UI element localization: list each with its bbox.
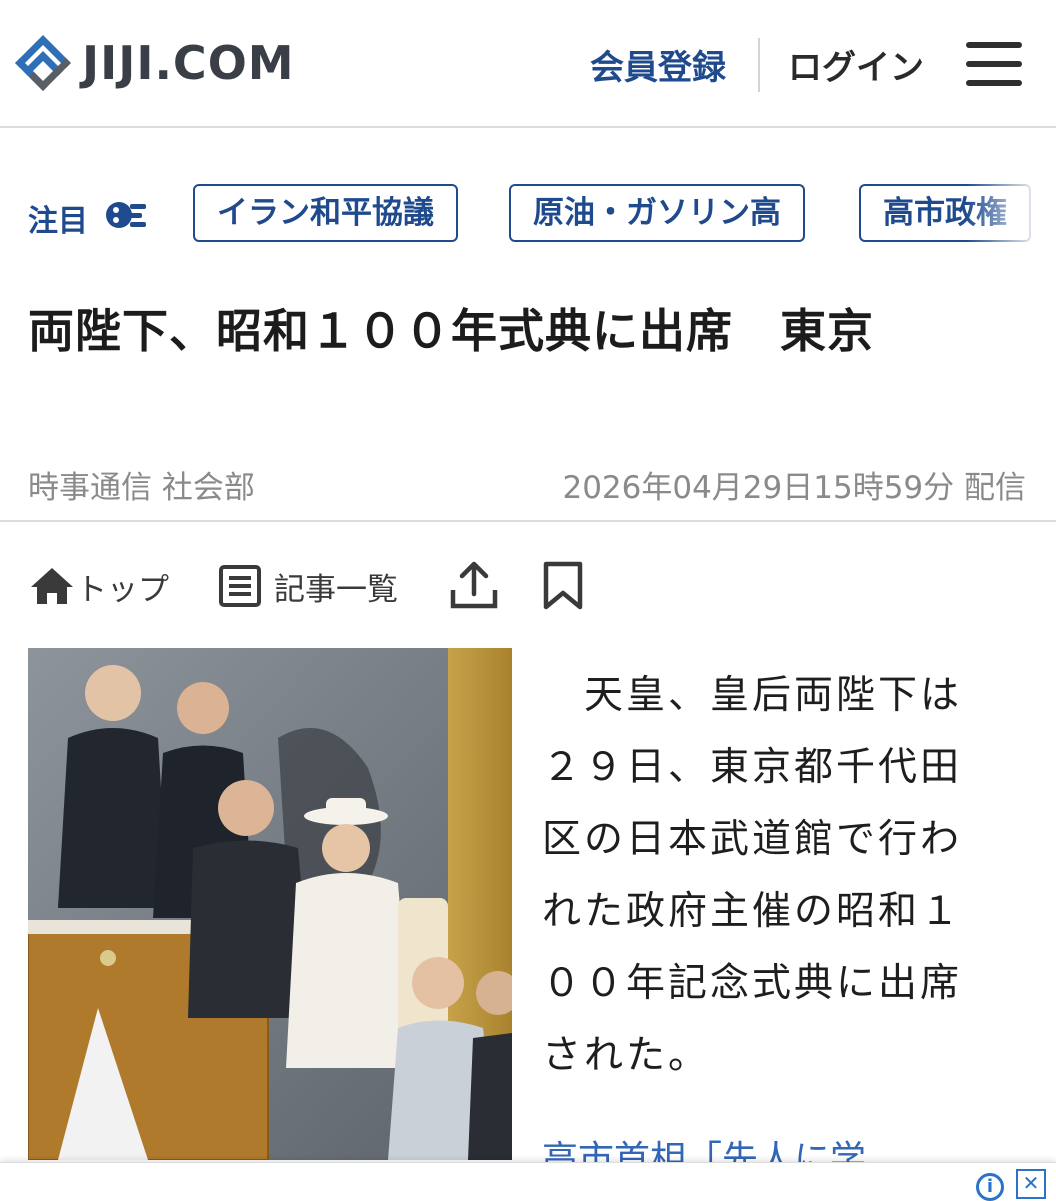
bookmark-button[interactable] [542, 560, 584, 612]
share-button[interactable] [448, 560, 500, 612]
topic-pill[interactable]: 原油・ガソリン高 [509, 184, 805, 242]
article-list-link[interactable]: 記事一覧 [218, 560, 398, 612]
top-label: トップ [76, 571, 169, 608]
divider [0, 520, 1056, 522]
site-logo[interactable]: JIJI.COM [12, 30, 295, 96]
article-date: 2026年04月29日15時59分 配信 [562, 470, 1026, 506]
menu-icon[interactable] [966, 42, 1022, 86]
article-source: 時事通信 社会部 [28, 470, 255, 506]
close-icon[interactable]: ✕ [1016, 1169, 1046, 1199]
article-body: 天皇、皇后両陛下は２９日、東京都千代田区の日本武道館で行われた政府主催の昭和１０… [542, 673, 963, 1078]
logo-text: JIJI.COM [82, 36, 295, 90]
signup-link[interactable]: 会員登録 [590, 40, 726, 89]
article-photo[interactable] [28, 648, 512, 1160]
photo-illustration [28, 648, 512, 1160]
topics-label: 注目 [28, 204, 88, 239]
header-divider [758, 38, 760, 92]
home-icon [31, 568, 73, 604]
list-icon [219, 565, 261, 607]
list-label: 記事一覧 [274, 571, 398, 608]
ad-banner[interactable]: i ✕ [0, 1162, 1056, 1201]
jiji-logo-icon [15, 35, 71, 91]
top-link[interactable]: トップ [28, 560, 169, 612]
login-link[interactable]: ログイン [788, 40, 924, 89]
article-toolbar: トップ 記事一覧 [0, 560, 1056, 616]
info-icon[interactable]: i [976, 1173, 1004, 1201]
bookmark-icon [543, 561, 583, 610]
share-icon [450, 561, 498, 609]
topic-pill[interactable]: 高市政権 [859, 184, 1031, 242]
article-title: 両陛下、昭和１００年式典に出席 東京 [28, 304, 874, 358]
trending-topics: 注目 イラン和平協議 原油・ガソリン高 高市政権 [0, 180, 1056, 250]
topics-icon [106, 202, 146, 228]
topic-pill[interactable]: イラン和平協議 [193, 184, 458, 242]
site-header: JIJI.COM 会員登録 ログイン [0, 0, 1056, 128]
